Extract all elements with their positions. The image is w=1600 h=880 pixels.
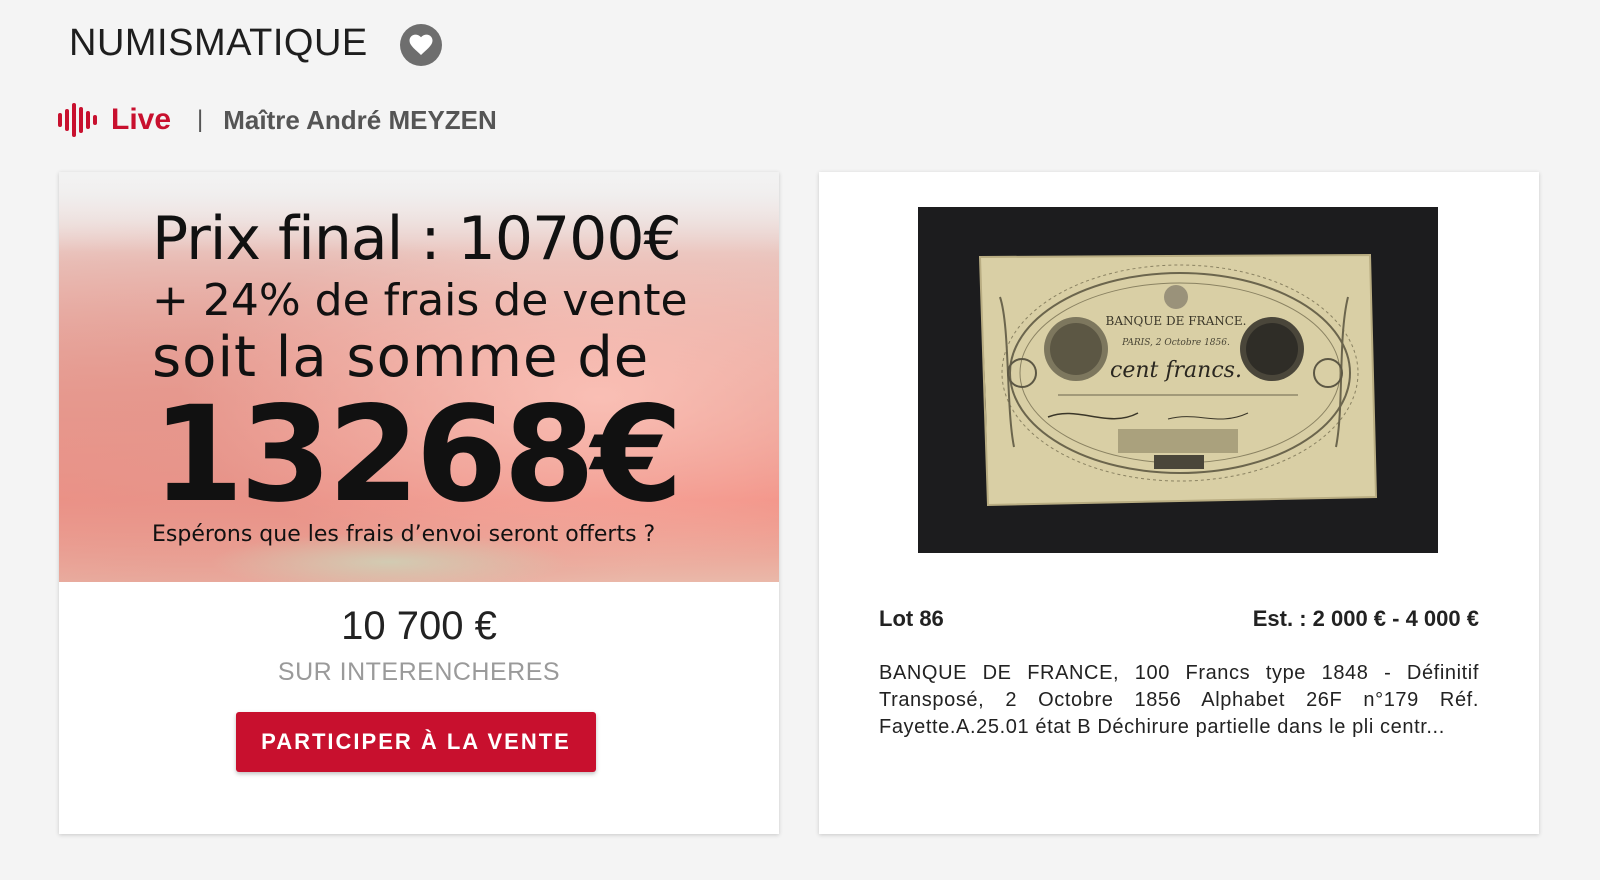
separator: | <box>197 106 204 133</box>
category-title: NUMISMATIQUE <box>69 22 368 64</box>
lot-image[interactable]: BANQUE DE FRANCE. PARIS, 2 Octobre 1856.… <box>918 207 1438 553</box>
page-header: NUMISMATIQUE Live | Maître André MEYZEN <box>0 0 1600 170</box>
hammer-price: 10 700 € <box>341 604 497 648</box>
result-card: Prix final : 10700€ + 24% de frais de ve… <box>59 172 779 834</box>
banner-total: 1326​8€ <box>152 378 683 532</box>
banner-final-price: Prix final : 10700€ <box>152 204 682 274</box>
live-label: Live <box>111 103 172 136</box>
result-banner-image[interactable]: Prix final : 10700€ + 24% de frais de ve… <box>59 172 779 582</box>
lot-card: BANQUE DE FRANCE. PARIS, 2 Octobre 1856.… <box>819 172 1539 834</box>
live-soundwave-icon <box>58 102 97 138</box>
lot-number: Lot 86 <box>879 606 944 631</box>
platform-label: SUR INTERENCHERES <box>277 658 561 686</box>
favorite-button[interactable] <box>400 24 442 66</box>
banknote-illustration: BANQUE DE FRANCE. PARIS, 2 Octobre 1856.… <box>918 207 1438 553</box>
live-status: Live | Maître André MEYZEN <box>58 100 497 140</box>
heart-icon <box>409 34 433 55</box>
banner-fees: + 24% de frais de vente <box>152 275 688 326</box>
banknote-bank: BANQUE DE FRANCE. <box>1106 314 1247 328</box>
participate-button[interactable]: PARTICIPER À LA VENTE <box>236 712 596 772</box>
banknote-place-date: PARIS, 2 Octobre 1856. <box>1121 338 1230 348</box>
lot-estimate: Est. : 2 000 € - 4 000 € <box>1252 606 1479 631</box>
lot-description[interactable]: BANQUE DE FRANCE, 100 Francs type 1848 -… <box>879 660 1479 741</box>
banner-text: Prix final : 10700€ + 24% de frais de ve… <box>152 202 692 550</box>
auctioneer-name[interactable]: Maître André MEYZEN <box>223 105 497 136</box>
banner-note: Espérons que les frais d’envoi seront of… <box>152 522 656 547</box>
banknote-denomination: cent francs. <box>1110 358 1242 383</box>
